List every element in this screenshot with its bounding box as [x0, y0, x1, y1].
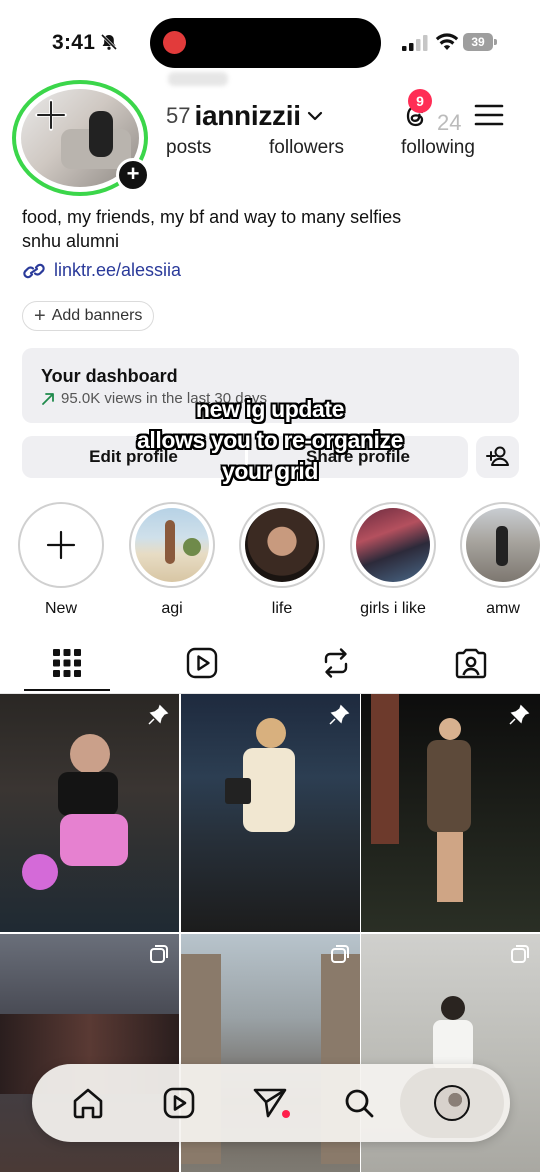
highlight-new[interactable]: New — [17, 502, 105, 618]
highlight-amw[interactable]: amw — [459, 502, 540, 618]
pin-icon — [148, 704, 169, 725]
multiple-posts-icon — [511, 945, 529, 963]
followers-label[interactable]: followers — [269, 137, 344, 159]
highlight-label: life — [271, 600, 293, 617]
pin-icon — [329, 704, 350, 725]
dashboard-views: 95.0K views in the last 30 days — [61, 390, 267, 407]
add-person-icon — [486, 446, 509, 466]
bio: food, my friends, my bf and way to many … — [22, 205, 401, 253]
highlight-agi[interactable]: agi — [128, 502, 216, 618]
link-icon — [23, 263, 45, 278]
highlight-girls-i-like[interactable]: girls i like — [349, 502, 437, 618]
multiple-posts-icon — [150, 945, 168, 963]
battery-level: 39 — [471, 35, 485, 49]
bell-slash-icon — [100, 33, 118, 51]
profile-tab-avatar[interactable] — [434, 1085, 470, 1121]
status-time: 3:41 — [52, 31, 96, 54]
following-label[interactable]: following — [401, 137, 475, 159]
link-text[interactable]: linktr.ee/alessiia — [54, 260, 181, 281]
dashboard-card[interactable]: Your dashboard 95.0K views in the last 3… — [22, 348, 519, 423]
highlight-label: agi — [161, 600, 183, 617]
recording-indicator — [163, 31, 186, 54]
blurred-display-name — [168, 72, 228, 86]
highlight-label: New — [44, 600, 77, 617]
status-bar: 3:41 39 — [0, 0, 540, 86]
bio-line: food, my friends, my bf and way to many … — [22, 207, 402, 227]
grid-post[interactable] — [361, 694, 540, 932]
reels-icon[interactable] — [184, 645, 220, 681]
bio-link[interactable]: linktr.ee/alessiia — [22, 260, 181, 281]
share-profile-label: Share profile — [306, 447, 410, 466]
following-count: 24 — [437, 110, 462, 135]
plus-icon: + — [34, 304, 46, 327]
home-icon[interactable] — [69, 1084, 107, 1122]
battery-icon: 39 — [463, 33, 497, 51]
username: iannizzii — [194, 100, 301, 131]
grid-post[interactable] — [0, 694, 179, 932]
highlight-label: amw — [486, 600, 520, 617]
unread-dot — [282, 1110, 290, 1118]
bio-line: snhu alumni — [22, 231, 120, 251]
menu-icon[interactable] — [474, 103, 504, 127]
highlight-label: girls i like — [360, 600, 426, 617]
cellular-signal-icon — [402, 35, 428, 51]
posts-label[interactable]: posts — [166, 137, 211, 159]
discover-people-button[interactable] — [476, 436, 519, 478]
add-story-button[interactable]: + — [116, 158, 150, 192]
posts-count: 57 — [166, 103, 191, 128]
tagged-icon[interactable] — [453, 645, 489, 681]
multiple-posts-icon — [331, 945, 349, 963]
wifi-icon — [435, 33, 459, 50]
share-profile-button[interactable]: Share profile — [248, 436, 468, 478]
dashboard-subtitle: 95.0K views in the last 30 days — [41, 390, 267, 407]
bottom-nav-bar — [32, 1064, 510, 1142]
edit-profile-label: Edit profile — [89, 447, 178, 466]
grid-post[interactable] — [181, 694, 360, 932]
reels-icon[interactable] — [160, 1084, 198, 1122]
username-switcher[interactable]: 57 iannizzii — [166, 98, 323, 134]
add-story-plus-icon[interactable] — [34, 98, 68, 132]
grid-icon[interactable] — [49, 645, 85, 681]
active-tab-indicator — [24, 689, 110, 691]
add-banners-button[interactable]: + Add banners — [22, 301, 155, 331]
trending-up-icon — [42, 392, 54, 405]
edit-profile-button[interactable]: Edit profile — [22, 436, 245, 478]
reposts-icon[interactable] — [318, 645, 354, 681]
pin-icon — [509, 704, 530, 725]
add-banners-label: Add banners — [51, 307, 143, 324]
plus-icon — [46, 530, 76, 560]
highlight-life[interactable]: life — [238, 502, 326, 618]
search-icon[interactable] — [340, 1084, 378, 1122]
chevron-down-icon — [307, 111, 322, 121]
dashboard-title: Your dashboard — [41, 366, 178, 386]
profile-avatar[interactable]: + — [12, 80, 150, 196]
notification-badge: 9 — [408, 89, 432, 113]
